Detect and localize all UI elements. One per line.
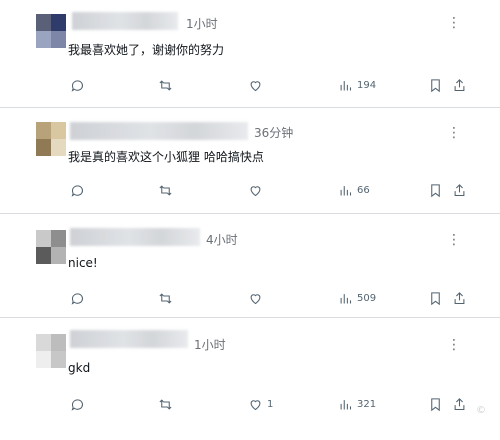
views-chart-icon (340, 399, 352, 409)
share-button[interactable] (452, 180, 467, 200)
bookmark-icon (431, 291, 440, 305)
post-time[interactable]: 4小时 (206, 231, 238, 248)
avatar-pixel (36, 351, 51, 368)
avatar[interactable] (36, 334, 66, 368)
bookmark-button[interactable] (428, 394, 443, 414)
views-count: 66 (357, 184, 370, 196)
bookmark-icon (431, 78, 440, 92)
avatar-pixel (36, 31, 51, 48)
bookmark-icon (431, 183, 440, 197)
avatar[interactable] (36, 14, 66, 48)
share-icon (454, 397, 465, 410)
repost-button[interactable] (158, 394, 177, 414)
repost-button[interactable] (158, 288, 177, 308)
reply-item: 36分钟 ⋮ 我是真的喜欢这个小狐狸 哈哈搞快点 66 (0, 108, 500, 214)
reply-item: 1小时 ⋮ gkd 1 321 (0, 318, 500, 440)
author-name-blurred[interactable] (70, 122, 248, 140)
avatar[interactable] (36, 230, 66, 264)
reply-icon (71, 292, 84, 305)
watermark: © (476, 405, 488, 416)
reply-icon (71, 398, 84, 411)
avatar-pixel (51, 139, 66, 156)
bookmark-button[interactable] (428, 75, 443, 95)
views-chart-icon (340, 293, 352, 303)
avatar-pixel (51, 230, 66, 247)
share-icon (454, 78, 465, 91)
author-name-blurred[interactable] (70, 330, 188, 348)
reply-text: 我是真的喜欢这个小狐狸 哈哈搞快点 (68, 150, 264, 164)
author-name-blurred[interactable] (70, 228, 200, 246)
repost-icon (159, 79, 172, 91)
bookmark-icon (431, 397, 440, 411)
like-button[interactable] (248, 288, 267, 308)
views-button[interactable]: 321 (338, 394, 376, 414)
post-time[interactable]: 36分钟 (254, 124, 293, 141)
like-button[interactable] (248, 75, 267, 95)
views-button[interactable]: 66 (338, 180, 370, 200)
reply-icon (71, 184, 84, 197)
repost-icon (159, 292, 172, 304)
avatar-pixel (51, 31, 66, 48)
post-time[interactable]: 1小时 (186, 15, 218, 32)
views-button[interactable]: 509 (338, 288, 376, 308)
reply-icon (71, 79, 84, 92)
repost-icon (159, 184, 172, 196)
action-bar: 66 (0, 180, 500, 200)
avatar-pixel (36, 139, 51, 156)
repost-button[interactable] (158, 180, 177, 200)
avatar-pixel (51, 351, 66, 368)
avatar[interactable] (36, 122, 66, 156)
reply-button[interactable] (70, 288, 89, 308)
reply-item: 4小时 ⋮ nice! 509 (0, 214, 500, 318)
heart-icon (250, 399, 261, 410)
like-count: 1 (267, 398, 274, 410)
avatar-pixel (51, 247, 66, 264)
avatar-pixel (51, 14, 66, 31)
repost-icon (159, 398, 172, 410)
like-button[interactable]: 1 (248, 394, 273, 414)
reply-button[interactable] (70, 394, 89, 414)
views-chart-icon (340, 185, 352, 195)
post-time[interactable]: 1小时 (194, 336, 226, 353)
share-icon (454, 183, 465, 196)
reply-text: 我最喜欢她了，谢谢你的努力 (68, 43, 225, 57)
avatar-pixel (36, 247, 51, 264)
avatar-pixel (36, 122, 51, 139)
views-button[interactable]: 194 (338, 75, 376, 95)
avatar-pixel (36, 14, 51, 31)
action-bar: 509 (0, 288, 500, 308)
avatar-pixel (36, 334, 51, 351)
share-button[interactable] (452, 75, 467, 95)
views-count: 509 (357, 292, 377, 304)
bookmark-button[interactable] (428, 180, 443, 200)
like-button[interactable] (248, 180, 267, 200)
action-bar: 194 (0, 75, 500, 95)
avatar-pixel (51, 122, 66, 139)
action-bar: 1 321 (0, 394, 500, 414)
reply-text: nice! (68, 256, 98, 270)
heart-icon (250, 185, 261, 196)
author-name-blurred[interactable] (72, 12, 178, 30)
reply-text: gkd (68, 361, 91, 375)
more-options-icon[interactable]: ⋮ (447, 233, 462, 247)
more-options-icon[interactable]: ⋮ (447, 338, 462, 352)
share-button[interactable] (452, 394, 467, 414)
reply-button[interactable] (70, 180, 89, 200)
bookmark-button[interactable] (428, 288, 443, 308)
share-button[interactable] (452, 288, 467, 308)
heart-icon (250, 80, 261, 91)
heart-icon (250, 293, 261, 304)
more-options-icon[interactable]: ⋮ (447, 126, 462, 140)
repost-button[interactable] (158, 75, 177, 95)
views-chart-icon (340, 80, 352, 90)
views-count: 321 (357, 398, 377, 410)
more-options-icon[interactable]: ⋮ (447, 16, 462, 30)
share-icon (454, 291, 465, 304)
reply-item: 1小时 ⋮ 我最喜欢她了，谢谢你的努力 194 (0, 0, 500, 108)
avatar-pixel (36, 230, 51, 247)
views-count: 194 (357, 79, 377, 91)
avatar-pixel (51, 334, 66, 351)
reply-button[interactable] (70, 75, 89, 95)
